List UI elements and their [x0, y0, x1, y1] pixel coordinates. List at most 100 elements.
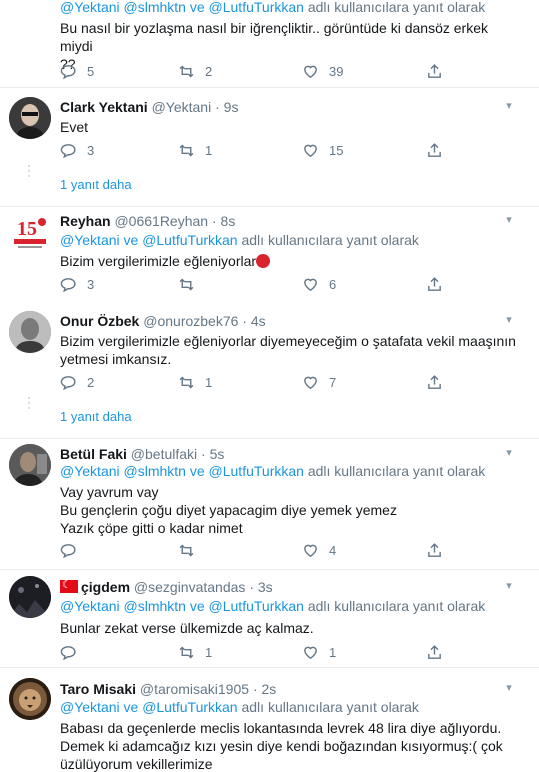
user-handle[interactable]: @taromisaki1905: [140, 681, 249, 697]
avatar[interactable]: 15: [9, 211, 51, 253]
tweet-actions: 2 1 7: [60, 372, 460, 392]
like-icon: [304, 376, 317, 389]
chevron-down-icon[interactable]: ▾: [501, 579, 517, 595]
retweet-button[interactable]: [178, 274, 205, 294]
tweet[interactable]: Clark Yektani @Yektani · 9s ▾ Evet 3 1 1…: [0, 88, 539, 167]
share-button[interactable]: [426, 372, 453, 392]
reply-button[interactable]: 3: [60, 274, 94, 294]
share-button[interactable]: [426, 61, 453, 81]
share-button[interactable]: [426, 274, 453, 294]
user-name[interactable]: Taro Misaki: [60, 681, 136, 697]
avatar[interactable]: [9, 678, 51, 720]
tweet[interactable]: @Yektani @slmhktn ve @LutfuTurkkan adlı …: [0, 0, 539, 88]
reply-suffix: adlı kullanıcılara yanıt olarak: [241, 699, 419, 715]
tweet[interactable]: Onur Özbek @onurozbek76 · 4s ▾ Bizim ver…: [0, 303, 539, 399]
avatar[interactable]: [9, 311, 51, 353]
more-replies-link[interactable]: 1 yanıt daha: [60, 177, 132, 192]
reply-users-link[interactable]: @Yektani @slmhktn ve @LutfuTurkkan: [60, 463, 304, 479]
reply-suffix: adlı kullanıcılara yanıt olarak: [241, 232, 419, 248]
tweet[interactable]: 15 Reyhan @0661Reyhan · 8s ▾ @Yektani ve…: [0, 207, 539, 301]
chevron-down-icon[interactable]: ▾: [501, 99, 517, 115]
chevron-down-icon[interactable]: ▾: [501, 213, 517, 229]
reply-count: 5: [87, 63, 95, 79]
reply-button[interactable]: 5: [60, 61, 94, 81]
user-handle[interactable]: @Yektani: [152, 99, 212, 115]
angry-face-icon: [256, 254, 271, 268]
tweet-header: Onur Özbek @onurozbek76 · 4s: [60, 313, 266, 330]
reply-users-link[interactable]: @Yektani ve @LutfuTurkkan: [60, 232, 238, 248]
tweet-time[interactable]: 3s: [258, 579, 273, 595]
reply-icon: [60, 64, 76, 79]
tweet-time[interactable]: 4s: [251, 313, 266, 329]
user-name[interactable]: Clark Yektani: [60, 99, 148, 115]
like-button[interactable]: 15: [302, 140, 343, 160]
like-button[interactable]: 6: [302, 274, 336, 294]
retweet-button[interactable]: 1: [178, 140, 212, 160]
reply-users-link[interactable]: @Yektani @slmhktn ve @LutfuTurkkan: [60, 598, 304, 614]
chevron-down-icon[interactable]: ▾: [501, 446, 517, 462]
share-icon: [428, 644, 441, 659]
avatar[interactable]: [9, 97, 51, 139]
reply-icon: [60, 645, 76, 660]
separator-dot: ·: [252, 681, 258, 697]
retweet-icon: [179, 646, 194, 658]
more-replies-link[interactable]: 1 yanıt daha: [60, 409, 132, 424]
share-icon: [428, 63, 441, 78]
user-name[interactable]: Onur Özbek: [60, 313, 139, 329]
share-button[interactable]: [426, 642, 453, 662]
tweet-text-line: Bu gençlerin çoğu diyet yapacagim diye y…: [60, 502, 397, 518]
tweet-text: Bizim vergilerimizle eğleniyorlar diyeme…: [60, 332, 520, 368]
tweet[interactable]: Betül Faki @betulfaki · 5s ▾ @Yektani @s…: [0, 439, 539, 570]
chevron-down-icon[interactable]: ▾: [501, 313, 517, 329]
like-button[interactable]: 7: [302, 372, 336, 392]
user-handle[interactable]: @sezginvatandas: [134, 579, 246, 595]
tweet-text: Bizim vergilerimizle eğleniyorlar: [60, 252, 520, 270]
reply-users-link[interactable]: @Yektani ve @LutfuTurkkan: [60, 699, 238, 715]
like-count: 4: [329, 542, 337, 558]
reply-button[interactable]: [60, 540, 87, 560]
user-handle[interactable]: @onurozbek76: [143, 313, 238, 329]
share-button[interactable]: [426, 540, 453, 560]
reply-context: @Yektani @slmhktn ve @LutfuTurkkan adlı …: [60, 0, 485, 16]
retweet-button[interactable]: 1: [178, 642, 212, 662]
reply-count: 2: [87, 374, 95, 390]
tweet-time[interactable]: 8s: [221, 213, 236, 229]
like-button[interactable]: 1: [302, 642, 336, 662]
retweet-button[interactable]: 2: [178, 61, 212, 81]
separator-dot: ·: [201, 446, 206, 462]
avatar[interactable]: [9, 444, 51, 486]
tweet-text-line: Vay yavrum vay: [60, 484, 159, 500]
retweet-icon: [179, 65, 194, 77]
tweet-time[interactable]: 2s: [262, 681, 277, 697]
tweet[interactable]: Taro Misaki @taromisaki1905 · 2s ▾ @Yekt…: [0, 669, 539, 772]
tweet-text-line: Evet: [60, 119, 89, 135]
show-more-replies[interactable]: 1 yanıt daha: [0, 163, 539, 207]
user-name[interactable]: Betül Faki: [60, 446, 127, 462]
tweet-actions: 3 6: [60, 274, 460, 294]
share-button[interactable]: [426, 140, 453, 160]
like-icon: [304, 65, 317, 78]
like-count: 6: [329, 276, 337, 292]
tweet-time[interactable]: 9s: [224, 99, 239, 115]
chevron-down-icon[interactable]: ▾: [501, 681, 517, 697]
reply-suffix: adlı kullanıcılara yanıt olarak: [307, 0, 486, 15]
retweet-count: 1: [205, 374, 213, 390]
reply-button[interactable]: 2: [60, 372, 94, 392]
user-handle[interactable]: @betulfaki: [131, 446, 197, 462]
like-button[interactable]: 39: [302, 61, 343, 81]
user-name[interactable]: Reyhan: [60, 213, 111, 229]
user-handle[interactable]: @0661Reyhan: [114, 213, 208, 229]
like-button[interactable]: 4: [302, 540, 336, 560]
tweet-actions: 3 1 15: [60, 140, 460, 160]
retweet-button[interactable]: 1: [178, 372, 212, 392]
show-more-replies[interactable]: 1 yanıt daha: [0, 395, 539, 439]
tweet-time[interactable]: 5s: [210, 446, 225, 462]
avatar[interactable]: [9, 576, 51, 618]
reply-context: @Yektani ve @LutfuTurkkan adlı kullanıcı…: [60, 232, 419, 249]
reply-users-link[interactable]: @Yektani @slmhktn ve @LutfuTurkkan: [60, 0, 304, 15]
retweet-button[interactable]: [178, 540, 205, 560]
reply-button[interactable]: [60, 642, 87, 662]
tweet[interactable]: çigdem @sezginvatandas · 3s ▾ @Yektani @…: [0, 571, 539, 668]
reply-button[interactable]: 3: [60, 140, 94, 160]
user-name[interactable]: çigdem: [81, 579, 130, 595]
